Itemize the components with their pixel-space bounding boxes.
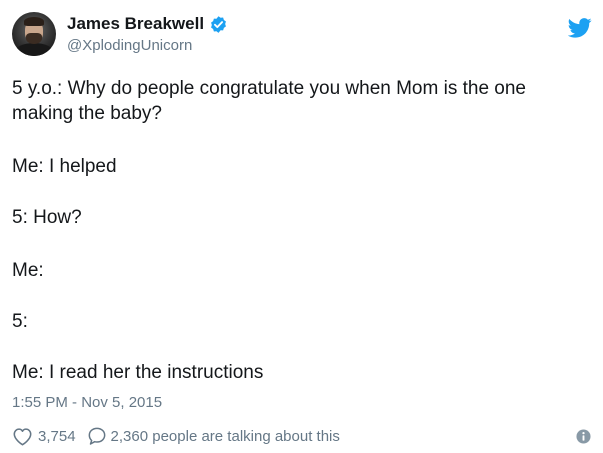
avatar-hair [24,17,44,26]
like-button[interactable]: 3,754 [12,427,76,446]
heart-icon [13,427,32,445]
tweet-text-line-7: Me: I read her the instructions [12,362,264,383]
tweet-text-line-1: 5 y.o.: Why do people congratulate you w… [12,78,527,99]
reply-button[interactable]: 2,360 people are talking about this [87,426,340,446]
author-handle[interactable]: @XplodingUnicorn [67,37,192,54]
info-icon[interactable] [576,429,591,444]
author-name-row[interactable]: James Breakwell [67,13,228,35]
tweet-actions: 3,754 2,360 people are talking about thi… [12,425,340,447]
tweet-text-line-2: making the baby? [12,103,162,124]
tweet-card: James Breakwell @XplodingUnicorn 5 y.o.:… [0,0,603,453]
verified-badge-icon [211,15,226,33]
tweet-text-line-4: 5: How? [12,207,82,228]
tweet-text-line-6: 5: [12,311,28,332]
twitter-bird-icon[interactable] [568,18,592,38]
avatar[interactable] [12,12,56,56]
conversation-count-text: 2,360 people are talking about this [110,427,340,445]
like-count: 3,754 [38,427,76,445]
avatar-shoulders [14,43,54,56]
author-name[interactable]: James Breakwell [67,14,204,34]
tweet-text-line-5: Me: [12,260,44,281]
tweet-timestamp[interactable]: 1:55 PM - Nov 5, 2015 [12,394,162,411]
speech-bubble-icon [88,427,105,445]
tweet-text-line-3: Me: I helped [12,156,117,177]
avatar-beard [26,33,42,44]
